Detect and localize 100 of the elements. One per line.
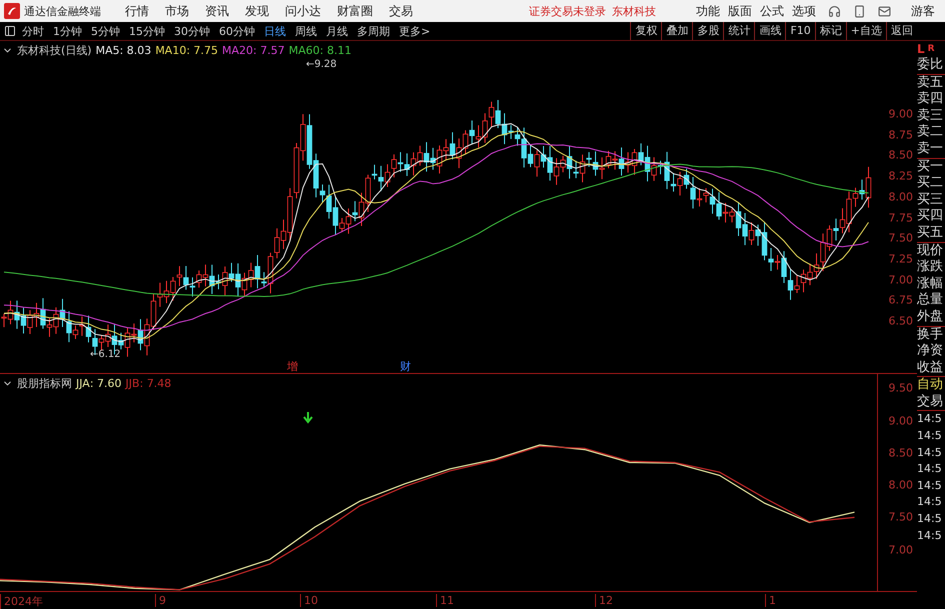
period-tab[interactable]: 60分钟 (219, 24, 255, 38)
toolbar-button[interactable]: 画线 (754, 22, 786, 40)
price-tick: 7.25 (888, 252, 913, 266)
trade-time: 14:5 (917, 444, 943, 461)
quote-label: 卖一 (917, 140, 944, 158)
panel-mark: L (917, 41, 925, 57)
menu-item[interactable]: 资讯 (205, 2, 229, 20)
down-arrow-icon (303, 411, 313, 424)
event-marker: 财 (400, 359, 411, 374)
date-label: 12 (595, 594, 613, 607)
indicator-value: : 7.60 (90, 377, 122, 390)
quote-label: 卖三 (917, 108, 944, 124)
ma-value: MA10: 7.75 (155, 44, 218, 57)
quote-label: 买二 (917, 175, 944, 192)
series-name: JJB (126, 377, 140, 390)
toolbar-button[interactable]: 统计 (723, 22, 754, 40)
menu-item[interactable]: 市场 (165, 2, 189, 20)
period-tab[interactable]: 15分钟 (129, 24, 165, 38)
menu-item[interactable]: 财富圈 (337, 2, 373, 20)
indicator-tick: 9.00 (888, 414, 913, 427)
price-tick: 7.00 (888, 273, 913, 286)
trade-time: 14:5 (917, 461, 943, 478)
phone-icon[interactable] (853, 4, 866, 18)
user-label[interactable]: 游客 (911, 2, 935, 20)
indicator-tick: 7.50 (888, 510, 913, 524)
indicator-tick: 8.00 (888, 478, 913, 492)
trade-time: 14:5 (917, 511, 943, 528)
quote-label: 买四 (917, 208, 944, 225)
indicator-tick: 8.50 (888, 446, 913, 460)
mail-icon[interactable] (878, 4, 891, 18)
quote-label: 涨跌 (917, 259, 944, 276)
quote-label: 收益 (917, 360, 944, 376)
period-tab[interactable]: 分时 (22, 24, 44, 38)
quote-label: 买三 (917, 192, 944, 208)
quote-label: 卖四 (917, 91, 944, 108)
status-notice: 东材科技 (612, 4, 656, 18)
period-tab[interactable]: 5分钟 (91, 24, 120, 38)
ma-value: MA5: 8.03 (96, 44, 152, 57)
high-price-label: ←9.28 (306, 59, 337, 70)
quote-label: 涨幅 (917, 276, 944, 292)
date-label: 2024年 (0, 594, 43, 609)
period-tab[interactable]: 周线 (295, 24, 317, 38)
event-marker: 增 (287, 359, 298, 374)
trade-time: 14:5 (917, 494, 943, 510)
quote-label: 外盘 (917, 308, 944, 326)
period-tab[interactable]: 1分钟 (53, 24, 82, 38)
menu-item[interactable]: 行情 (125, 2, 149, 20)
price-tick: 6.75 (888, 294, 913, 307)
price-tick: 9.00 (888, 108, 913, 120)
price-tick: 8.50 (888, 148, 913, 162)
indicator-name: 股朋指标网 (17, 376, 72, 391)
trade-time: 14:5 (917, 410, 945, 428)
trade-time: 14:5 (917, 478, 943, 494)
ma-value: MA60: 8.11 (288, 44, 352, 57)
tool-menu-item[interactable]: 功能 (696, 2, 720, 20)
toolbar-button[interactable]: 叠加 (661, 22, 692, 40)
price-tick: 7.75 (888, 211, 913, 224)
menu-item[interactable]: 交易 (389, 2, 413, 20)
toolbar-button[interactable]: +自选 (846, 22, 886, 40)
trade-label: 交易 (917, 394, 944, 410)
date-label: 1 (765, 594, 776, 607)
headset-icon[interactable] (828, 4, 841, 18)
date-label: 11 (436, 594, 454, 607)
period-tab[interactable]: 月线 (326, 24, 348, 38)
toolbar-button[interactable]: 多股 (692, 22, 724, 40)
period-tab[interactable]: 更多> (399, 24, 430, 38)
quote-label: 换手 (917, 326, 945, 344)
logo-icon (4, 3, 20, 19)
menu-item[interactable]: 问小达 (285, 2, 321, 20)
status-notice: 证券交易未登录 (529, 4, 606, 18)
trade-time: 14:5 (917, 528, 943, 544)
toolbar-button[interactable]: 复权 (630, 22, 662, 40)
tool-menu-item[interactable]: 版面 (728, 2, 752, 20)
period-tab[interactable]: 30分钟 (174, 24, 210, 38)
low-price-label: ←6.12 (90, 349, 121, 360)
price-tick: 6.50 (888, 314, 913, 328)
quote-label: 卖二 (917, 124, 944, 141)
quote-label: 净资 (917, 343, 944, 360)
toolbar-button[interactable]: F10 (785, 22, 815, 40)
quote-label: 委比 (917, 57, 944, 74)
price-tick: 8.75 (888, 128, 913, 142)
toolbar-button[interactable]: 标记 (814, 22, 846, 40)
indicator-tick: 7.00 (888, 543, 913, 556)
period-tab[interactable]: 多周期 (357, 24, 390, 38)
app-name: 通达信金融终端 (24, 4, 101, 18)
toolbar-button[interactable]: 返回 (886, 22, 917, 40)
indicator-value: : 7.48 (140, 377, 172, 390)
price-tick: 8.00 (888, 190, 913, 204)
tool-menu-item[interactable]: 选项 (792, 2, 816, 20)
date-label: 9 (155, 594, 166, 607)
period-tab[interactable]: 日线 (264, 24, 286, 38)
trade-time: 14:5 (917, 428, 943, 444)
tool-menu-item[interactable]: 公式 (760, 2, 784, 20)
ma-value: MA20: 7.57 (222, 44, 285, 57)
quote-label: 总量 (917, 292, 944, 309)
menu-item[interactable]: 发现 (245, 2, 269, 20)
panel-mark: R (928, 42, 935, 56)
quote-label: 现价 (917, 242, 945, 260)
auto-label: 自动 (917, 376, 945, 394)
sidebar-toggle-icon[interactable] (4, 25, 16, 37)
